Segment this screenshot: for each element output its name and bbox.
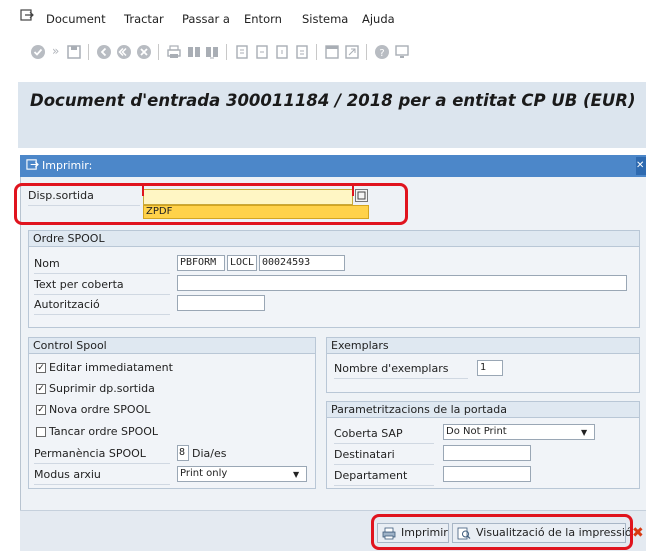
divider	[334, 378, 468, 379]
toolbar-separator	[366, 44, 367, 60]
menu-sistema[interactable]: Sistema	[302, 12, 348, 26]
spool-name-part-2[interactable]: LOCL	[227, 255, 257, 271]
chevron-down-icon[interactable]: ▼	[293, 470, 299, 479]
dialog-header	[20, 155, 646, 177]
enter-icon[interactable]	[30, 44, 46, 60]
divider	[334, 443, 434, 444]
recipient-label: Destinatari	[334, 448, 395, 461]
menu-tractar[interactable]: Tractar	[124, 12, 164, 26]
application-toolbar	[18, 118, 646, 148]
menu-entorn[interactable]: Entorn	[244, 12, 282, 26]
menu-document[interactable]: Document	[46, 12, 106, 26]
previous-page-icon[interactable]	[254, 44, 270, 60]
chevron-down-icon[interactable]: ▼	[581, 428, 587, 437]
divider	[34, 314, 170, 315]
authorization-input[interactable]	[177, 295, 265, 311]
checkbox-delete-after-output[interactable]: ✓	[36, 384, 46, 394]
toolbar-separator	[226, 44, 227, 60]
checkbox-label: Suprimir dp.sortida	[49, 382, 155, 395]
cancel-icon[interactable]: ✖	[632, 523, 646, 543]
help-icon[interactable]: ?	[374, 44, 390, 60]
svg-text:?: ?	[379, 48, 384, 59]
first-page-icon[interactable]	[234, 44, 250, 60]
print-icon[interactable]	[166, 44, 182, 60]
spool-name-part-1[interactable]: PBFORM	[177, 255, 225, 271]
checkbox-close-spool-request[interactable]	[36, 427, 46, 437]
dialog-close-icon[interactable]: ✕	[636, 157, 646, 175]
checkbox-edit-immediately[interactable]: ✓	[36, 363, 46, 373]
toolbar-separator	[316, 44, 317, 60]
department-label: Departament	[334, 469, 408, 482]
cancel-icon[interactable]	[136, 44, 152, 60]
spool-control-header: Control Spool	[29, 338, 315, 354]
checkbox-label: Nova ordre SPOOL	[49, 403, 151, 416]
sap-cover-select[interactable]: Do Not Print	[443, 424, 595, 440]
checkbox-label: Tancar ordre SPOOL	[49, 425, 159, 438]
dialog-title: Imprimir:	[42, 159, 93, 172]
checkbox-label: Editar immediatament	[49, 361, 173, 374]
name-label: Nom	[34, 257, 60, 270]
department-input[interactable]	[443, 466, 531, 482]
archive-mode-label: Modus arxiu	[34, 468, 101, 481]
menu-ajuda[interactable]: Ajuda	[362, 12, 395, 26]
find-next-icon[interactable]	[204, 44, 220, 60]
spool-request-header: Ordre SPOOL	[29, 231, 639, 247]
last-page-icon[interactable]	[294, 44, 310, 60]
archive-mode-select[interactable]: Print only	[177, 466, 307, 482]
page-title: Document d'entrada 300011184 / 2018 per …	[30, 91, 636, 110]
menu-passar-a[interactable]: Passar a	[182, 12, 230, 26]
divider	[34, 463, 170, 464]
create-session-icon[interactable]	[324, 44, 340, 60]
divider	[34, 484, 170, 485]
divider	[34, 294, 170, 295]
exit-icon[interactable]	[116, 44, 132, 60]
cover-text-input[interactable]	[177, 275, 627, 291]
find-icon[interactable]	[186, 44, 202, 60]
back-icon[interactable]	[96, 44, 112, 60]
copies-input[interactable]: 1	[477, 360, 503, 376]
copies-label: Nombre d'exemplars	[334, 362, 449, 375]
cover-text-label: Text per coberta	[34, 278, 124, 291]
recipient-input[interactable]	[443, 445, 531, 461]
copies-header: Exemplars	[327, 338, 639, 354]
shortcut-icon[interactable]	[344, 44, 360, 60]
spool-name-part-3[interactable]: 00024593	[259, 255, 345, 271]
divider	[334, 464, 434, 465]
checkbox-new-spool-request[interactable]: ✓	[36, 405, 46, 415]
cover-settings-header: Parametritzacions de la portada	[327, 402, 639, 418]
highlight-buttons	[371, 514, 633, 550]
highlight-output-device	[14, 183, 408, 225]
toolbar-separator	[158, 44, 159, 60]
divider	[34, 273, 170, 274]
sap-cover-label: Coberta SAP	[334, 427, 403, 440]
authorization-label: Autorització	[34, 298, 100, 311]
dialog-icon	[26, 159, 39, 170]
customize-layout-icon[interactable]	[394, 44, 410, 60]
toolbar-separator	[88, 44, 89, 60]
command-field-expand-icon[interactable]: »	[52, 44, 59, 58]
retention-label: Permanència SPOOL	[34, 447, 146, 460]
next-page-icon[interactable]	[274, 44, 290, 60]
retention-days-input[interactable]: 8	[177, 445, 189, 461]
retention-unit: Dia/es	[192, 447, 227, 460]
divider	[334, 485, 434, 486]
save-icon[interactable]	[66, 44, 82, 60]
menu-exit-icon[interactable]	[20, 8, 34, 22]
